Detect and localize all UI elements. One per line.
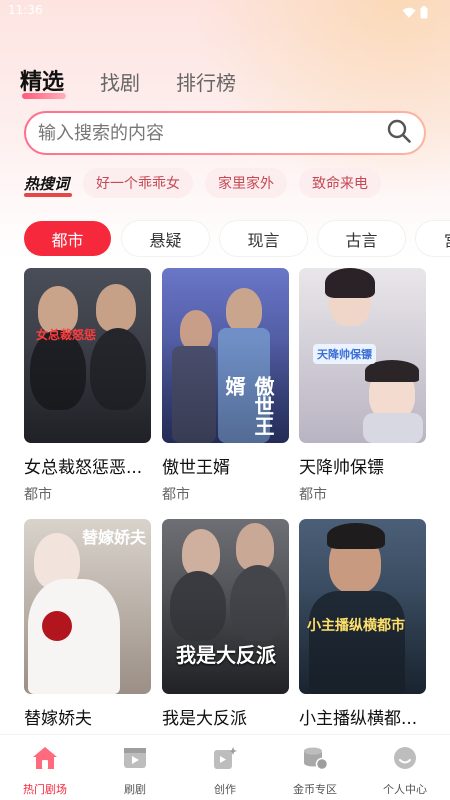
hot-word-text: 好一个乖乖女 — [96, 176, 181, 192]
bottom-nav: 热门剧场 刷剧 创作 金币专区 个人中心 — [0, 734, 450, 800]
hot-word-chip[interactable]: 致命来电 — [299, 168, 382, 198]
nav-create[interactable]: 创作 — [180, 735, 270, 800]
drama-card[interactable]: 女总裁怒惩 女总裁怒惩恶... 都市 — [24, 268, 151, 504]
drama-card[interactable]: 我是大反派 我是大反派 — [162, 519, 289, 729]
poster-title-art: 女总裁怒惩 — [36, 328, 97, 342]
drama-title: 天降帅保镖 — [299, 458, 384, 478]
drama-card[interactable]: 天降帅保镖 天降帅保镖 都市 — [299, 268, 426, 504]
top-tabs: 精选 找剧 排行榜 — [20, 64, 272, 99]
hot-word-text: 家里家外 — [218, 176, 275, 192]
poster-title-art: 替嫁娇夫 — [82, 528, 147, 547]
drama-tag: 都市 — [162, 487, 190, 503]
poster-title-art: 天降帅保镖 — [313, 344, 376, 364]
status-icons — [402, 4, 428, 23]
hot-search-label-text: 热搜词 — [24, 174, 70, 193]
drama-poster[interactable]: 傲世王婿 — [162, 268, 289, 443]
drama-tag: 都市 — [24, 487, 52, 503]
hot-search-row: 热搜词 好一个乖乖女 家里家外 致命来电 — [24, 168, 393, 198]
nav-label: 刷剧 — [124, 783, 146, 796]
nav-profile[interactable]: 个人中心 — [360, 735, 450, 800]
drama-card[interactable]: 小主播纵横都市 小主播纵横都... — [299, 519, 426, 729]
battery-icon — [420, 4, 428, 23]
category-ancient-romance[interactable]: 古言 — [318, 221, 405, 256]
hot-word-text: 致命来电 — [312, 176, 369, 192]
drama-poster[interactable]: 女总裁怒惩 — [24, 268, 151, 443]
nav-label: 个人中心 — [383, 783, 427, 796]
category-label: 古言 — [345, 230, 378, 250]
drama-card[interactable]: 替嫁娇夫 替嫁娇夫 — [24, 519, 151, 729]
category-scroller[interactable]: 都市 悬疑 现言 古言 宫 — [0, 215, 450, 265]
profile-icon — [391, 745, 419, 775]
poster-title-art: 小主播纵横都市 — [307, 618, 405, 634]
status-bar: 11:36 — [0, 0, 450, 22]
wifi-icon — [402, 4, 416, 23]
coin-icon — [301, 745, 329, 775]
hot-search-label: 热搜词 — [24, 173, 72, 197]
drama-title: 女总裁怒惩恶... — [24, 458, 143, 478]
video-icon — [121, 745, 149, 775]
drama-title: 替嫁娇夫 — [24, 709, 92, 729]
drama-card[interactable]: 傲世王婿 傲世王婿 都市 — [162, 268, 289, 504]
nav-label: 金币专区 — [293, 783, 337, 796]
home-icon — [31, 745, 59, 775]
drama-poster[interactable]: 天降帅保镖 — [299, 268, 426, 443]
drama-poster[interactable]: 小主播纵横都市 — [299, 519, 426, 694]
category-palace[interactable]: 宫 — [416, 221, 450, 256]
nav-browse[interactable]: 刷剧 — [90, 735, 180, 800]
drama-title: 我是大反派 — [162, 709, 247, 729]
tab-label: 排行榜 — [176, 71, 237, 95]
nav-hot-theater[interactable]: 热门剧场 — [0, 735, 90, 800]
tab-label: 精选 — [20, 70, 65, 95]
drama-poster[interactable]: 替嫁娇夫 — [24, 519, 151, 694]
drama-title: 小主播纵横都... — [299, 709, 418, 729]
category-urban[interactable]: 都市 — [24, 221, 111, 256]
drama-title: 傲世王婿 — [162, 458, 230, 478]
tab-ranking[interactable]: 排行榜 — [176, 67, 236, 96]
category-modern-romance[interactable]: 现言 — [220, 221, 307, 256]
hot-search-underline — [24, 192, 72, 197]
category-label: 都市 — [51, 230, 84, 250]
drama-poster[interactable]: 我是大反派 — [162, 519, 289, 694]
drama-tag: 都市 — [299, 487, 327, 503]
category-label: 悬疑 — [149, 230, 182, 250]
category-label: 现言 — [247, 230, 280, 250]
hot-word-chip[interactable]: 家里家外 — [205, 168, 288, 198]
poster-title-art: 我是大反派 — [176, 643, 276, 667]
search-input[interactable] — [38, 122, 386, 144]
create-icon — [211, 745, 239, 775]
poster-title-art: 傲世王婿 — [222, 376, 275, 436]
category-label: 宫 — [444, 227, 450, 251]
nav-label: 创作 — [214, 783, 236, 796]
hot-word-chip[interactable]: 好一个乖乖女 — [83, 168, 194, 198]
category-row: 都市 悬疑 现言 古言 宫 — [24, 221, 450, 256]
search-icon[interactable] — [386, 118, 412, 148]
tab-label: 找剧 — [100, 71, 141, 95]
category-suspense[interactable]: 悬疑 — [122, 221, 209, 256]
nav-coin-zone[interactable]: 金币专区 — [270, 735, 360, 800]
search-bar[interactable] — [24, 111, 426, 155]
tab-find-drama[interactable]: 找剧 — [100, 67, 140, 96]
tab-featured[interactable]: 精选 — [20, 64, 66, 99]
nav-label: 热门剧场 — [23, 783, 67, 796]
status-time: 11:36 — [8, 3, 43, 17]
